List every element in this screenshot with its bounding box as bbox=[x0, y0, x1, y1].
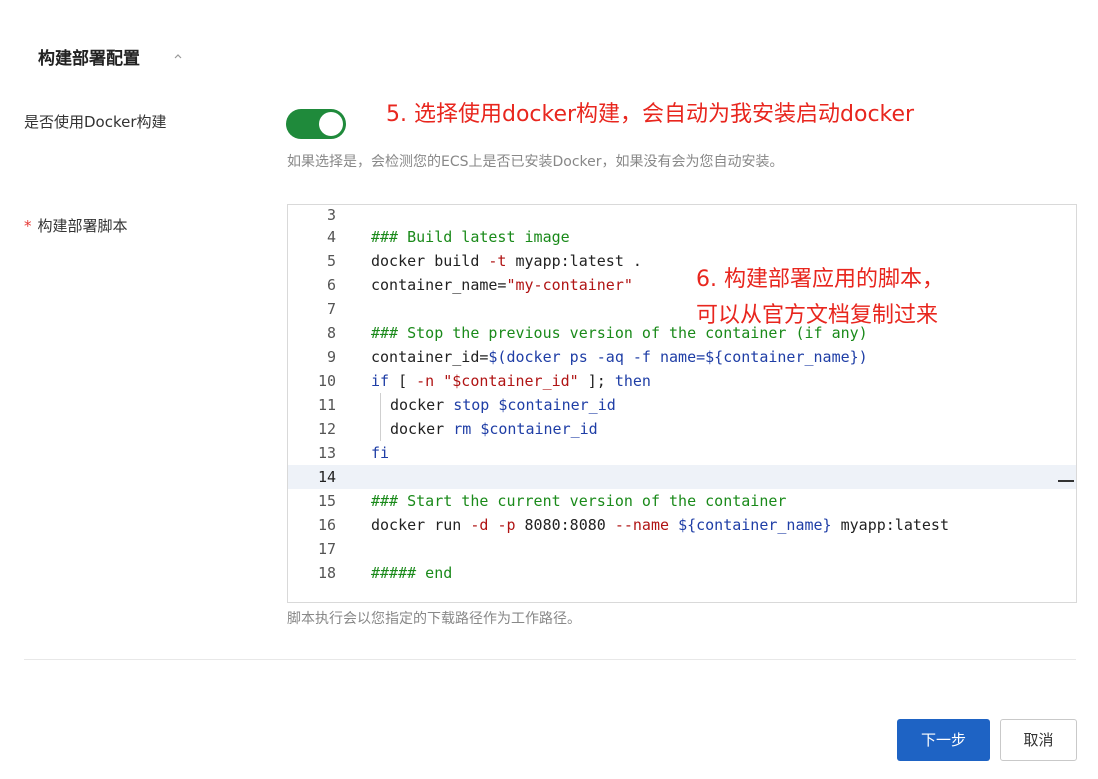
line-number: 15 bbox=[317, 492, 336, 510]
code-text: if [ -n "$container_id" ]; then bbox=[371, 369, 651, 393]
line-number: 17 bbox=[317, 540, 336, 558]
code-token: 8080:8080 bbox=[515, 516, 615, 534]
annotation-step-6-line-1: 6. 构建部署应用的脚本， bbox=[696, 267, 944, 292]
code-token: ${container_name} bbox=[678, 516, 832, 534]
script-editor[interactable]: 3 4 ### Build latest image 5 docker build -t… bbox=[287, 204, 1077, 603]
required-mark: * bbox=[24, 217, 32, 235]
code-text: fi bbox=[371, 441, 389, 465]
code-line: 17 bbox=[288, 537, 1076, 561]
docker-build-hint: 如果选择是，会检测您的ECS上是否已安装Docker，如果没有会为您自动安装。 bbox=[287, 154, 784, 170]
next-step-button[interactable]: 下一步 bbox=[897, 719, 990, 761]
code-token: rm bbox=[453, 420, 472, 438]
line-number: 4 bbox=[326, 228, 336, 246]
line-number: 6 bbox=[326, 276, 336, 294]
code-token: --name bbox=[614, 516, 670, 534]
line-number: 11 bbox=[317, 396, 336, 414]
code-token: $(docker ps -aq -f name=${container_name… bbox=[488, 348, 868, 366]
code-token: $container_id bbox=[480, 420, 598, 438]
line-number: 16 bbox=[317, 516, 336, 534]
script-label: * 构建部署脚本 bbox=[24, 215, 128, 236]
code-token: [ bbox=[389, 372, 417, 390]
code-line: 9 container_id=$(docker ps -aq -f name=${… bbox=[288, 345, 1076, 369]
code-line: 16 docker run -d -p 8080:8080 --name ${co… bbox=[288, 513, 1076, 537]
code-token: $container_id bbox=[498, 396, 616, 414]
code-token: -t bbox=[488, 252, 507, 270]
code-line: 6 container_name="my-container" bbox=[288, 273, 1076, 297]
indent-guide bbox=[380, 417, 381, 441]
code-text: ##### end bbox=[371, 561, 452, 585]
code-line: 18 ##### end bbox=[288, 561, 1076, 585]
code-line: 12 docker rm $container_id bbox=[288, 417, 1076, 441]
code-token: docker bbox=[390, 396, 454, 414]
line-number: 12 bbox=[317, 420, 336, 438]
editor-cursor-marker bbox=[1058, 480, 1074, 482]
line-number: 18 bbox=[317, 564, 336, 582]
indent-guide bbox=[380, 393, 381, 417]
line-number: 5 bbox=[326, 252, 336, 270]
docker-build-label: 是否使用Docker构建 bbox=[24, 113, 167, 131]
code-text: docker build -t myapp:latest . bbox=[371, 249, 642, 273]
toggle-knob bbox=[319, 112, 343, 136]
divider bbox=[24, 659, 1076, 660]
code-token: ##### end bbox=[371, 564, 453, 582]
code-line: 7 bbox=[288, 297, 1076, 321]
code-token: -d bbox=[470, 516, 489, 534]
code-token: myapp:latest . bbox=[506, 252, 642, 270]
code-line: 10 if [ -n "$container_id" ]; then bbox=[288, 369, 1076, 393]
code-token: docker build bbox=[371, 252, 489, 270]
code-line: 15 ### Start the current version of the c… bbox=[288, 489, 1076, 513]
code-text: container_id=$(docker ps -aq -f name=${c… bbox=[371, 345, 868, 369]
code-token: container_name= bbox=[371, 276, 507, 294]
code-token: myapp:latest bbox=[831, 516, 949, 534]
code-text: docker run -d -p 8080:8080 --name ${cont… bbox=[371, 513, 949, 537]
code-text: container_name="my-container" bbox=[371, 273, 633, 297]
cancel-button[interactable]: 取消 bbox=[1000, 719, 1077, 761]
line-number: 9 bbox=[326, 348, 336, 366]
code-token: fi bbox=[371, 444, 390, 462]
line-number: 13 bbox=[317, 444, 336, 462]
line-number: 7 bbox=[326, 300, 336, 318]
code-token: ### Build latest image bbox=[371, 228, 570, 246]
code-line: 8 ### Stop the previous version of the co… bbox=[288, 321, 1076, 345]
code-line: 13 fi bbox=[288, 441, 1076, 465]
chevron-up-icon[interactable] bbox=[172, 50, 184, 62]
code-token: "$container_id" bbox=[443, 372, 579, 390]
annotation-step-6-line-2: 可以从官方文档复制过来 bbox=[696, 303, 939, 328]
code-token: ]; bbox=[578, 372, 615, 390]
script-label-text: 构建部署脚本 bbox=[37, 217, 128, 235]
annotation-step-5: 5. 选择使用docker构建，会自动为我安装启动docker bbox=[386, 102, 915, 127]
code-line: 14 bbox=[288, 465, 1076, 489]
code-text: ### Start the current version of the con… bbox=[371, 489, 786, 513]
code-text: docker stop $container_id bbox=[390, 393, 616, 417]
code-token: container_id= bbox=[371, 348, 489, 366]
code-token: if bbox=[371, 372, 390, 390]
code-token: then bbox=[614, 372, 651, 390]
code-token: stop bbox=[453, 396, 490, 414]
code-token: -p bbox=[497, 516, 516, 534]
code-token: docker run bbox=[371, 516, 471, 534]
docker-build-toggle[interactable] bbox=[286, 109, 346, 139]
script-hint: 脚本执行会以您指定的下载路径作为工作路径。 bbox=[287, 611, 581, 627]
code-line: 5 docker build -t myapp:latest . bbox=[288, 249, 1076, 273]
code-token: docker bbox=[390, 420, 454, 438]
code-line: 11 docker stop $container_id bbox=[288, 393, 1076, 417]
code-line: 4 ### Build latest image bbox=[288, 225, 1076, 249]
code-token: "my-container" bbox=[506, 276, 633, 294]
line-number: 14 bbox=[317, 468, 336, 486]
line-number: 8 bbox=[326, 324, 336, 342]
code-token: -n bbox=[416, 372, 435, 390]
section-title: 构建部署配置 bbox=[38, 49, 140, 69]
code-text: docker rm $container_id bbox=[390, 417, 598, 441]
line-number: 10 bbox=[317, 372, 336, 390]
code-line: 3 bbox=[288, 205, 1076, 225]
code-text: ### Build latest image bbox=[371, 225, 570, 249]
line-number: 3 bbox=[326, 206, 336, 224]
code-token: ### Start the current version of the con… bbox=[371, 492, 787, 510]
